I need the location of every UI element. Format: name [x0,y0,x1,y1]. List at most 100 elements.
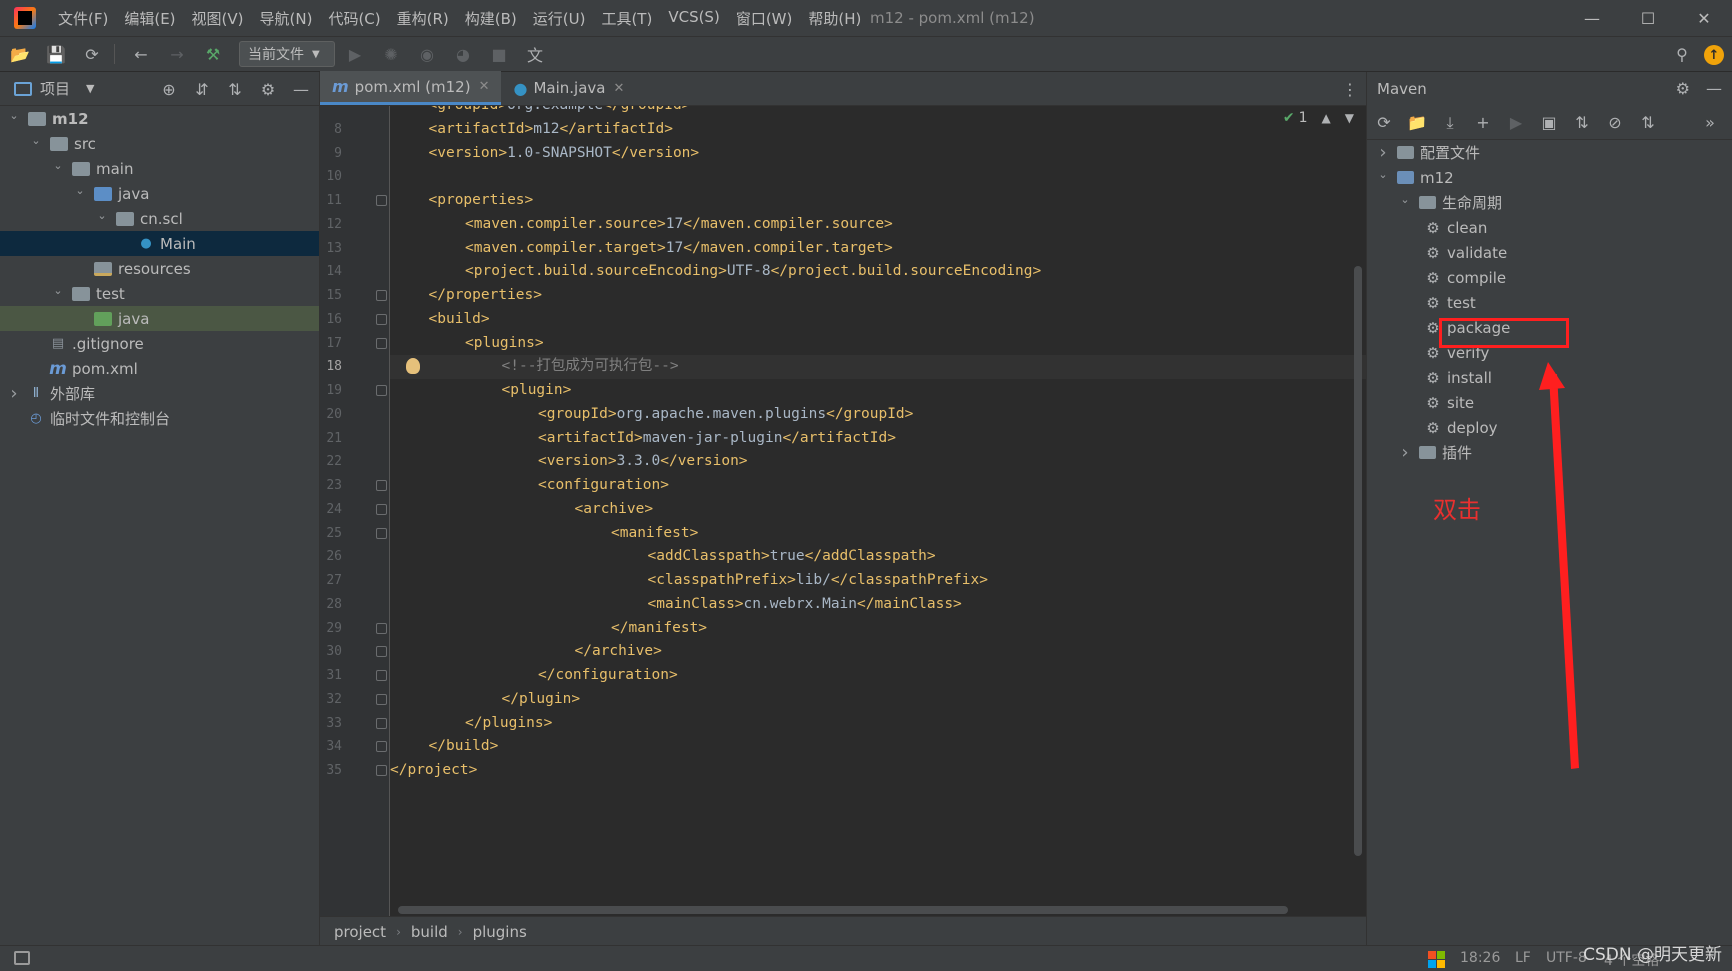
tree-item[interactable]: › Ⅱ 外部库 [0,381,319,406]
fold-marker-icon[interactable] [376,480,387,491]
fold-marker-icon[interactable] [376,195,387,206]
cursor-position[interactable]: 18:26 [1460,950,1500,966]
close-window-button[interactable]: ✕ [1676,0,1732,36]
chevron-down-icon[interactable]: ⌄ [6,109,22,122]
back-arrow-icon[interactable]: ← [129,42,153,66]
code-line[interactable]: </manifest> [390,617,1366,641]
collapse-all-icon[interactable]: ⇅ [223,78,247,100]
editor-tab[interactable]: ● Main.java ✕ [501,71,636,105]
code-line[interactable]: <project.build.sourceEncoding>UTF-8</pro… [390,260,1366,284]
tree-item[interactable]: ⌄ src [0,131,319,156]
code-line[interactable]: <addClasspath>true</addClasspath> [390,545,1366,569]
code-line[interactable]: <version>1.0-SNAPSHOT</version> [390,142,1366,166]
tree-item[interactable]: ⌄ m12 [0,106,319,131]
build-hammer-icon[interactable]: ⚒ [201,42,225,66]
fold-marker-icon[interactable] [376,741,387,753]
run-configuration-select[interactable]: 当前文件 ▼ [239,41,335,67]
file-encoding[interactable]: UTF-8 [1546,950,1587,966]
menu-item[interactable]: 重构(R) [389,8,457,29]
menu-item[interactable]: 文件(F) [50,8,116,29]
menu-item[interactable]: 帮助(H) [800,8,869,29]
coverage-icon[interactable]: ◉ [415,42,439,66]
fold-marker-icon[interactable] [376,313,387,325]
menu-item[interactable]: 窗口(W) [728,8,801,29]
code-line[interactable]: <version>3.3.0</version> [390,450,1366,474]
fold-marker-icon[interactable] [376,622,387,634]
close-icon[interactable]: ✕ [479,79,490,94]
fold-marker-icon[interactable] [376,717,387,729]
code-line[interactable]: <properties> [390,189,1366,213]
code-line[interactable]: </project> [390,759,1366,783]
tree-item[interactable]: ▤ .gitignore [0,331,319,356]
line-separator[interactable]: LF [1515,950,1531,966]
next-highlight-icon[interactable]: ▼ [1345,111,1354,125]
close-icon[interactable]: ✕ [613,81,624,96]
breadcrumb-item[interactable]: build [411,923,448,941]
chevron-down-icon[interactable]: ⌄ [28,134,44,147]
horizontal-scrollbar[interactable] [398,906,1288,914]
tree-item[interactable]: ⌄ test [0,281,319,306]
menu-item[interactable]: 运行(U) [525,8,594,29]
menu-item[interactable]: 导航(N) [252,8,321,29]
code-line[interactable]: <plugin> [390,379,1366,403]
menu-item[interactable]: 工具(T) [593,8,660,29]
previous-highlight-icon[interactable]: ▲ [1322,111,1331,125]
chevron-right-icon[interactable]: › [6,383,22,404]
code-line[interactable]: <build> [390,308,1366,332]
tree-item[interactable]: ● Main [0,231,319,256]
code-line[interactable]: </build> [390,735,1366,759]
code-line[interactable]: <maven.compiler.source>17</maven.compile… [390,213,1366,237]
code-line[interactable]: <groupId>org.apache.maven.plugins</group… [390,403,1366,427]
code-editor[interactable]: 8 9 10 11 12 13 14 15 16 17 18 19 20 21 22 23 24 25 26 27 28… [320,106,1366,916]
profile-icon[interactable]: ◕ [451,42,475,66]
code-line[interactable]: <artifactId>m12</artifactId> [390,118,1366,142]
chevron-down-icon[interactable]: ⌄ [50,159,66,172]
menu-item[interactable]: 代码(C) [320,8,388,29]
code-line[interactable]: </archive> [390,640,1366,664]
code-line[interactable]: <classpathPrefix>lib/</classpathPrefix> [390,569,1366,593]
sync-icon[interactable]: ⟳ [80,42,104,66]
stop-icon[interactable]: ■ [487,42,511,66]
menu-item[interactable]: 视图(V) [184,8,252,29]
debug-icon[interactable]: ✺ [379,42,403,66]
translate-icon[interactable]: 文 [523,42,547,66]
run-icon[interactable]: ▶ [343,42,367,66]
code-line[interactable]: <!--打包成为可执行包--> [390,355,1366,379]
code-line[interactable]: <artifactId>maven-jar-plugin</artifactId… [390,427,1366,451]
menu-item[interactable]: 构建(B) [457,8,525,29]
menu-item[interactable]: VCS(S) [660,8,727,29]
breadcrumb-item[interactable]: project [334,923,386,941]
project-panel-title[interactable]: 项目 [40,78,70,99]
tree-item[interactable]: resources [0,256,319,281]
code-line[interactable]: <plugins> [390,332,1366,356]
update-icon[interactable]: ↑ [1704,45,1724,65]
save-all-icon[interactable]: 💾 [44,42,68,66]
tree-item[interactable]: m pom.xml [0,356,319,381]
fold-marker-icon[interactable] [376,765,387,776]
maximize-button[interactable]: ☐ [1620,0,1676,36]
tree-item[interactable]: java [0,306,319,331]
more-tabs-icon[interactable]: ⋮ [1342,80,1358,99]
fold-marker-icon[interactable] [376,337,387,349]
code-line[interactable]: <maven.compiler.target>17</maven.compile… [390,237,1366,261]
code-line[interactable]: </plugin> [390,688,1366,712]
tree-item[interactable]: ⌄ java [0,181,319,206]
chevron-down-icon[interactable]: ▼ [86,82,94,95]
intention-bulb-icon[interactable] [406,358,420,375]
breadcrumb-item[interactable]: plugins [473,923,527,941]
editor-tab[interactable]: m pom.xml (m12) ✕ [320,71,502,105]
tree-item[interactable]: ⌄ cn.scl [0,206,319,231]
chevron-down-icon[interactable]: ⌄ [94,209,110,222]
fold-marker-icon[interactable] [376,527,387,539]
code-line[interactable]: <manifest> [390,522,1366,546]
locate-file-icon[interactable]: ⊕ [157,78,181,100]
code-line[interactable] [390,165,1366,189]
fold-marker-icon[interactable] [376,290,387,301]
code-area[interactable]: <groupId>org.example</groupId><artifactI… [390,106,1366,916]
open-folder-icon[interactable]: 📂 [8,42,32,66]
tree-item[interactable]: ◴ 临时文件和控制台 [0,406,319,431]
chevron-down-icon[interactable]: ⌄ [50,284,66,297]
code-line[interactable]: </properties> [390,284,1366,308]
forward-arrow-icon[interactable]: → [165,42,189,66]
code-line[interactable]: </configuration> [390,664,1366,688]
